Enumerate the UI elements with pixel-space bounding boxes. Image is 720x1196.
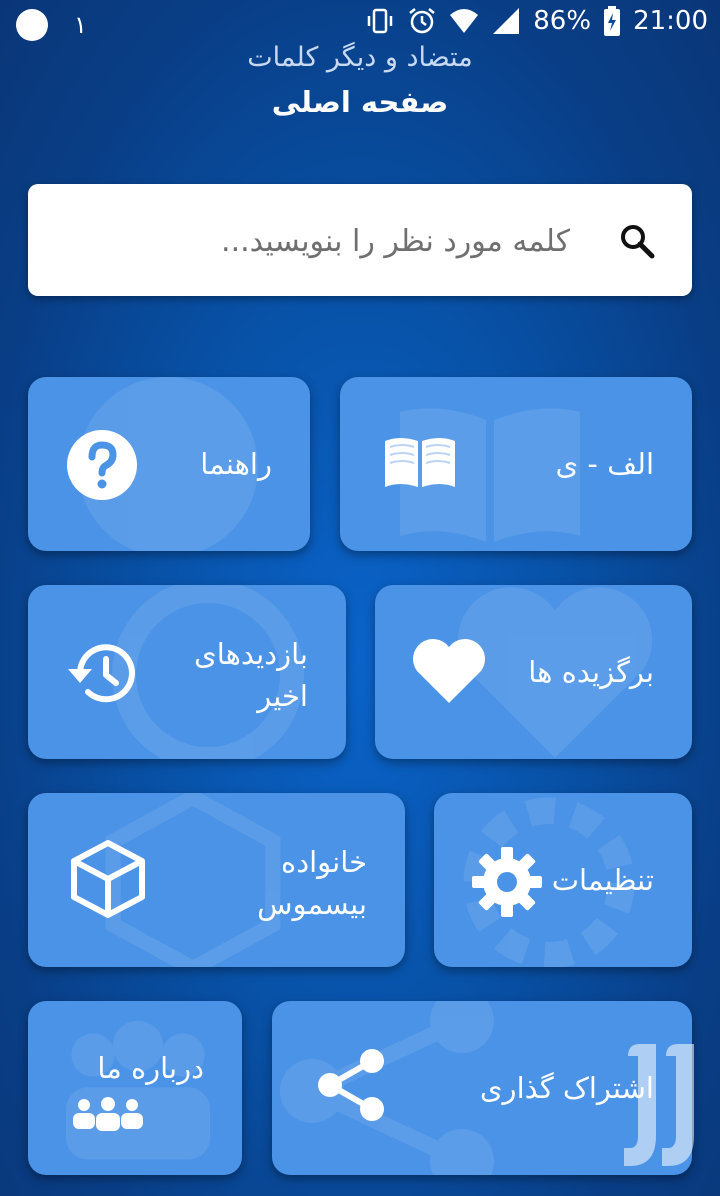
search-box[interactable] [28,184,692,296]
search-input[interactable] [98,212,572,270]
tile-alphabet-label: الف - ی [555,447,654,481]
tile-guide-label: راهنما [200,447,272,481]
battery-charging-icon [604,6,621,36]
history-icon [68,644,135,703]
share-bg-icon [280,1001,494,1175]
tile-alphabet[interactable]: الف - ی [340,377,692,551]
tile-about[interactable]: درباره ما [28,1001,242,1175]
book-icon [385,438,455,487]
tile-favorites[interactable]: برگزیده ها [375,585,692,759]
notification-dot-icon [16,9,48,41]
tile-favorites-label: برگزیده ها [528,655,654,689]
tile-family[interactable]: خانواده بیسموس [28,793,405,967]
header: متضاد و دیگر کلمات صفحه اصلی [0,42,720,119]
cube-icon [71,840,145,918]
app-title: متضاد و دیگر کلمات [247,42,473,73]
tile-family-label: خانواده بیسموس [257,841,367,925]
tile-guide[interactable]: راهنما [28,377,310,551]
tile-about-label: درباره ما [97,1051,204,1085]
page-title: صفحه اصلی [271,85,449,119]
clock: 21:00 [633,6,708,36]
tile-settings[interactable]: تنظیمات [434,793,692,967]
signal-icon [493,8,520,34]
notification-count: ١ [74,11,87,39]
tile-recent-label-line2: اخیر [257,679,308,713]
battery-percent: 86% [533,6,592,36]
tile-family-label-line1: خانواده [281,845,367,879]
gear-icon [472,847,542,917]
vibrate-icon [368,8,393,34]
people-icon [73,1097,143,1131]
tile-recent[interactable]: بازدیدهای اخیر [28,585,346,759]
tile-settings-label: تنظیمات [551,863,654,897]
question-icon [67,430,137,500]
tile-recent-label-line1: بازدیدهای [194,637,308,671]
alarm-icon [409,8,436,34]
tile-recent-label: بازدیدهای اخیر [194,633,308,717]
tile-family-label-line2: بیسموس [257,887,367,921]
store-watermark-icon [624,1044,694,1166]
heart-icon [413,639,485,703]
wifi-icon [450,9,479,33]
search-icon[interactable] [618,222,656,260]
share-icon [318,1049,384,1121]
